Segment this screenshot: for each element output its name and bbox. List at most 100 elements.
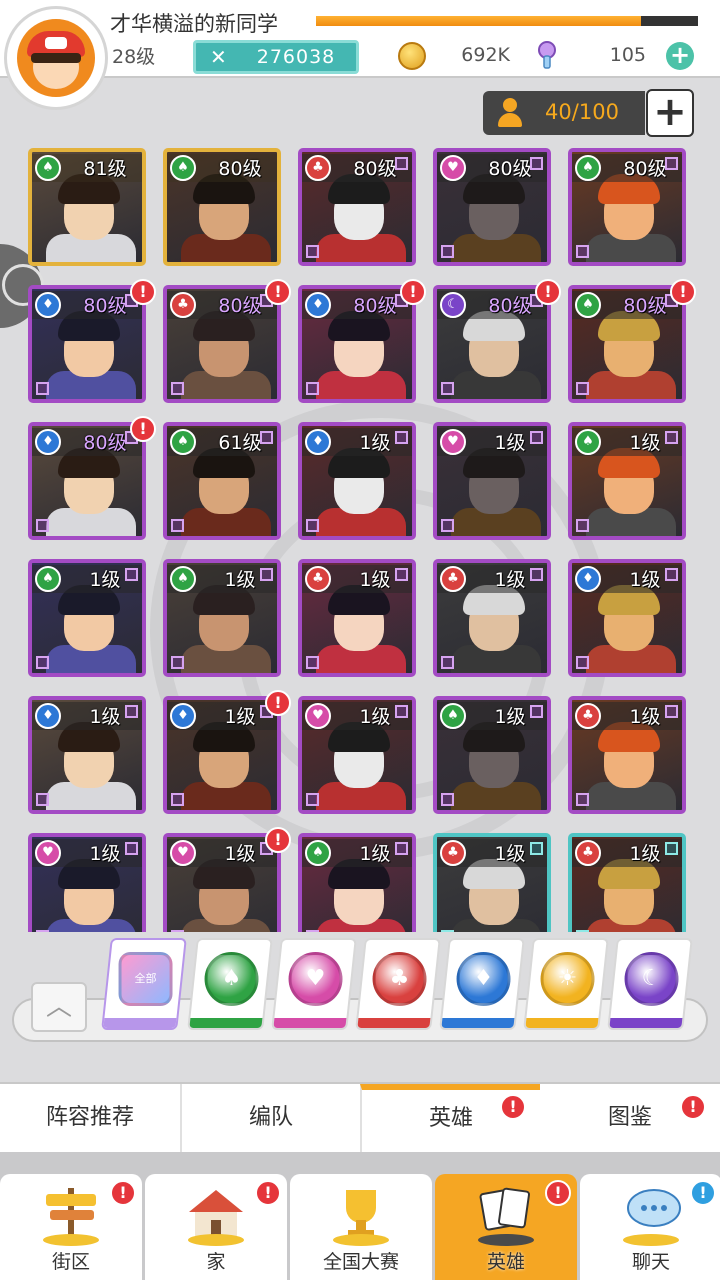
bottom-nav-label: 家 (206, 1251, 226, 1273)
spade-icon: ♠ (204, 952, 259, 1006)
hero-level: 81级 (83, 158, 127, 180)
hero-capacity-count: 40/100 (545, 100, 619, 124)
hero-card[interactable]: ♠ 61级 (163, 422, 281, 540)
faction-filter-sun[interactable]: ☀ (523, 938, 609, 1030)
alert-badge-icon: ! (130, 416, 156, 442)
green-faction-icon: ♠ (170, 155, 196, 181)
hero-card[interactable]: ♦ 1级 (298, 422, 416, 540)
faction-color-strip (189, 1018, 263, 1028)
hero-card[interactable]: ♣ 1级 (433, 833, 551, 932)
red-faction-icon: ♣ (440, 566, 466, 592)
hero-card[interactable]: ♦ 80级 (28, 285, 146, 403)
blue-faction-icon: ♦ (575, 566, 601, 592)
rank-marker-icon (395, 431, 408, 444)
faction-color-strip (103, 1018, 177, 1028)
hero-cards-icon (478, 1187, 534, 1246)
combat-power[interactable]: ✕ 276038 (193, 40, 359, 74)
person-icon (497, 98, 523, 128)
green-faction-icon: ♠ (440, 703, 466, 729)
hero-card[interactable]: ♣ 1级 (568, 833, 686, 932)
hero-card[interactable]: ♣ 1级 (298, 559, 416, 677)
tab-lineup[interactable]: 阵容推荐 (0, 1084, 180, 1152)
hero-card[interactable]: ♣ 80级 (163, 285, 281, 403)
crossed-swords-icon: ✕ (210, 45, 227, 69)
star-marker-icon (576, 930, 589, 932)
player-avatar[interactable] (4, 6, 108, 110)
rank-marker-icon (125, 705, 138, 718)
hero-card[interactable]: ♠ 1级 (298, 833, 416, 932)
hero-card[interactable]: ♠ 1级 (163, 559, 281, 677)
star-marker-icon (36, 930, 49, 932)
alert-badge-icon: ! (265, 279, 291, 305)
hero-card[interactable]: ☾ 80级 (433, 285, 551, 403)
player-name: 才华横溢的新同学 (110, 12, 278, 36)
chat-bubble-icon (623, 1189, 681, 1246)
hero-card[interactable]: ♠ 1级 (28, 559, 146, 677)
hero-card[interactable]: ♦ 1级 (568, 559, 686, 677)
hero-card[interactable]: ♠ 1级 (433, 696, 551, 814)
expand-capacity-button[interactable]: + (646, 89, 694, 137)
bottom-nav-national-contest[interactable]: 全国大赛 (290, 1174, 432, 1280)
hero-card[interactable]: ♦ 1级 (163, 696, 281, 814)
hero-card[interactable]: ♦ 80级 (298, 285, 416, 403)
green-faction-icon: ♠ (305, 840, 331, 866)
pink-faction-icon: ♥ (35, 840, 61, 866)
alert-badge-icon: ! (535, 279, 561, 305)
hero-card[interactable]: ♥ 1级 (28, 833, 146, 932)
tab-formation[interactable]: 编队 (180, 1084, 360, 1152)
star-marker-icon (36, 519, 49, 532)
pink-faction-icon: ♥ (440, 429, 466, 455)
star-marker-icon (576, 793, 589, 806)
hero-card[interactable]: ♣ 1级 (568, 696, 686, 814)
hero-card[interactable]: ♠ 80级 (568, 285, 686, 403)
hero-card[interactable]: ♥ 1级 (433, 422, 551, 540)
rank-marker-icon (530, 842, 543, 855)
hero-card[interactable]: ♥ 80级 (433, 148, 551, 266)
star-marker-icon (441, 656, 454, 669)
rank-marker-icon (665, 568, 678, 581)
alert-badge-icon: ! (265, 690, 291, 716)
faction-filter-heart[interactable]: ♥ (271, 938, 357, 1030)
hero-card[interactable]: ♠ 80级 (163, 148, 281, 266)
star-marker-icon (441, 245, 454, 258)
hero-card[interactable]: ♠ 81级 (28, 148, 146, 266)
alert-badge-icon: ! (545, 1180, 571, 1206)
rank-marker-icon (125, 842, 138, 855)
star-marker-icon (306, 793, 319, 806)
red-faction-icon: ♣ (440, 840, 466, 866)
hero-card[interactable]: ♦ 80级 (28, 422, 146, 540)
collapse-filter-button[interactable]: ︿ (31, 982, 87, 1032)
faction-color-strip (441, 1018, 515, 1028)
faction-filter-diamond[interactable]: ♦ (439, 938, 525, 1030)
hero-card[interactable]: ♣ 80级 (298, 148, 416, 266)
alert-badge-icon: ! (110, 1180, 136, 1206)
star-marker-icon (576, 519, 589, 532)
gold-coin-icon (398, 42, 426, 70)
tab-label: 编队 (248, 1105, 293, 1130)
green-faction-icon: ♠ (575, 155, 601, 181)
rank-marker-icon (530, 157, 543, 170)
star-marker-icon (306, 382, 319, 395)
purple-faction-icon: ☾ (440, 292, 466, 318)
faction-color-strip (357, 1018, 431, 1028)
gold-value: 692K (461, 44, 510, 66)
hero-card[interactable]: ♠ 80级 (568, 148, 686, 266)
faction-filter-spade[interactable]: ♠ (187, 938, 273, 1030)
green-faction-icon: ♠ (575, 429, 601, 455)
star-marker-icon (306, 245, 319, 258)
gem-icon (538, 41, 556, 69)
blue-faction-icon: ♦ (35, 429, 61, 455)
add-gems-button[interactable]: + (666, 42, 694, 70)
blue-faction-icon: ♦ (35, 292, 61, 318)
hero-card[interactable]: ♥ 1级 (163, 833, 281, 932)
star-marker-icon (576, 656, 589, 669)
hero-card[interactable]: ♠ 1级 (568, 422, 686, 540)
star-marker-icon (36, 793, 49, 806)
bottom-nav: 街区! 家! 全国大赛 英雄! 聊天! (0, 1152, 720, 1280)
hero-card[interactable]: ♣ 1级 (433, 559, 551, 677)
hero-card[interactable]: ♥ 1级 (298, 696, 416, 814)
hero-card[interactable]: ♦ 1级 (28, 696, 146, 814)
faction-filter-club[interactable]: ♣ (355, 938, 441, 1030)
faction-filter-moon[interactable]: ☾ (607, 938, 693, 1030)
faction-filter-all[interactable]: 全部 (101, 938, 187, 1030)
